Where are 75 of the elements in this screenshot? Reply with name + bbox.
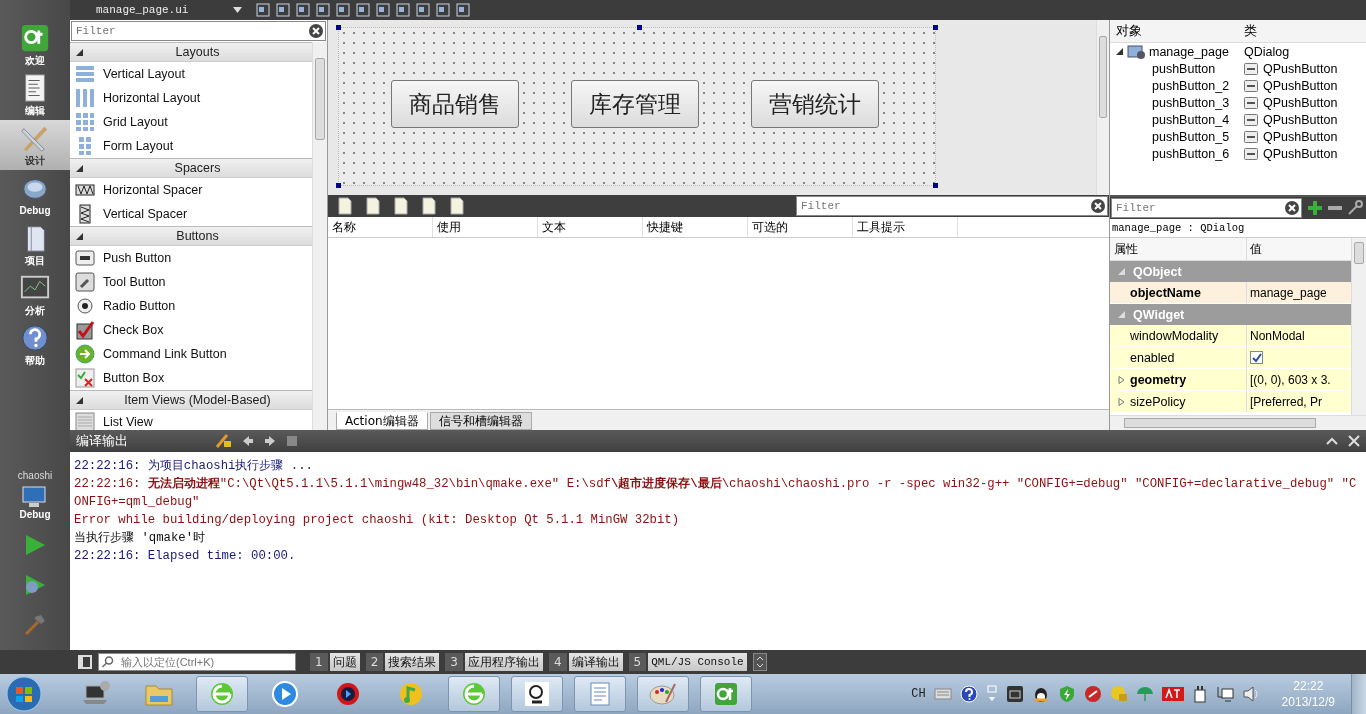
object-name[interactable]: pushButton_5: [1152, 129, 1230, 144]
class-name: QPushButton: [1263, 78, 1338, 93]
output-line: 当执行步骤 'qmake'时: [74, 530, 207, 547]
widget-list-item[interactable]: Button Box: [70, 366, 312, 390]
output-pane-title: 编译输出: [76, 432, 128, 450]
property-name: geometry: [1130, 372, 1187, 387]
widget-list-item[interactable]: Command Link Button: [70, 342, 312, 366]
property-name: enabled: [1130, 350, 1175, 365]
object-name[interactable]: pushButton: [1152, 61, 1216, 76]
object-name[interactable]: pushButton_2: [1152, 78, 1230, 93]
mode-button[interactable]: 设计: [0, 120, 70, 170]
widget-list-item[interactable]: Vertical Spacer: [70, 202, 312, 226]
locator-field[interactable]: 输入以定位(Ctrl+K): [98, 653, 296, 671]
property-name: windowModality: [1130, 328, 1219, 343]
widget-list-item[interactable]: Horizontal Layout: [70, 86, 312, 110]
mode-button[interactable]: 项目: [0, 220, 70, 270]
language-indicator[interactable]: CH: [911, 687, 926, 701]
widget-filter-field[interactable]: Filter: [71, 21, 326, 41]
mode-button[interactable]: 分析: [0, 270, 70, 320]
property-value[interactable]: [(0, 0), 603 x 3.: [1250, 372, 1331, 387]
column-header[interactable]: 文本: [538, 217, 643, 237]
widget-list-item[interactable]: Tool Button: [70, 270, 312, 294]
column-header[interactable]: 对象: [1110, 22, 1244, 40]
output-line: 22:22:16: 无法启动进程"C:\Qt\Qt5.1.1\5.1.1\mingw48_32\bin\qmake.exe" E:\sdf\超市进度保存\最后\chaoshi\chaoshi.pro -r -spec win32-g++ "CONFIG+=debug" "CONFIG+=declarative_debug" "CONFIG+=qml_debug": [74, 475, 1358, 511]
widget-list-item[interactable]: Horizontal Spacer: [70, 178, 312, 202]
document-selector[interactable]: manage_page.ui: [70, 0, 250, 20]
object-name[interactable]: manage_page: [1149, 44, 1229, 59]
widget-list-item[interactable]: List View: [70, 410, 312, 430]
category-header[interactable]: Layouts: [70, 42, 312, 62]
column-header[interactable]: 名称: [328, 217, 433, 237]
mode-button[interactable]: Debug: [0, 170, 70, 220]
column-header[interactable]: 使用: [433, 217, 538, 237]
category-header[interactable]: Spacers: [70, 158, 312, 178]
action-filter-field[interactable]: Filter: [796, 196, 1108, 216]
class-name: QDialog: [1244, 44, 1290, 59]
column-header[interactable]: 工具提示: [853, 217, 958, 237]
editor-tab[interactable]: 信号和槽编辑器: [429, 412, 532, 430]
property-name: objectName: [1130, 285, 1201, 300]
class-name: QPushButton: [1263, 61, 1338, 76]
property-name: sizePolicy: [1130, 394, 1186, 409]
object-name[interactable]: pushButton_4: [1152, 112, 1230, 127]
form-push-button[interactable]: 营销统计: [751, 80, 879, 128]
widget-list-item[interactable]: Grid Layout: [70, 110, 312, 134]
mode-button[interactable]: 帮助: [0, 320, 70, 370]
mode-button[interactable]: 欢迎: [0, 20, 70, 70]
column-header[interactable]: 可选的: [748, 217, 853, 237]
object-name[interactable]: pushButton_3: [1152, 95, 1230, 110]
category-header[interactable]: Item Views (Model-Based): [70, 390, 312, 410]
class-name: QPushButton: [1263, 95, 1338, 110]
widget-list-item[interactable]: Radio Button: [70, 294, 312, 318]
editor-tab[interactable]: Action编辑器: [336, 412, 428, 430]
column-header[interactable]: 类: [1244, 22, 1366, 40]
class-name: QPushButton: [1263, 146, 1338, 161]
class-name: QPushButton: [1263, 112, 1338, 127]
column-header[interactable]: 快捷键: [643, 217, 748, 237]
widget-list-item[interactable]: Form Layout: [70, 134, 312, 158]
property-filter-field[interactable]: Filter: [1111, 198, 1302, 218]
output-line: Error while building/deploying project chaoshi (kit: Desktop Qt 5.1.1 MinGW 32bit): [74, 512, 681, 529]
class-name: QPushButton: [1263, 129, 1338, 144]
widget-list-item[interactable]: Vertical Layout: [70, 62, 312, 86]
property-value[interactable]: [Preferred, Pr: [1250, 394, 1323, 409]
column-header[interactable]: 属性: [1110, 238, 1246, 260]
output-line: 22:22:16: Elapsed time: 00:00.: [74, 548, 297, 565]
property-value[interactable]: NonModal: [1250, 328, 1305, 343]
property-value[interactable]: manage_page: [1250, 285, 1327, 300]
mode-button[interactable]: 编辑: [0, 70, 70, 120]
widget-list-item[interactable]: Push Button: [70, 246, 312, 270]
widget-list-item[interactable]: Check Box: [70, 318, 312, 342]
kit-selector[interactable]: Debug: [19, 485, 51, 520]
project-name: chaoshi: [17, 470, 53, 481]
object-name[interactable]: pushButton_6: [1152, 146, 1230, 161]
form-push-button[interactable]: 商品销售: [391, 80, 519, 128]
form-push-button[interactable]: 库存管理: [571, 80, 699, 128]
output-line: 22:22:16: 为项目chaoshi执行步骤 ...: [74, 458, 314, 475]
category-header[interactable]: Buttons: [70, 226, 312, 246]
